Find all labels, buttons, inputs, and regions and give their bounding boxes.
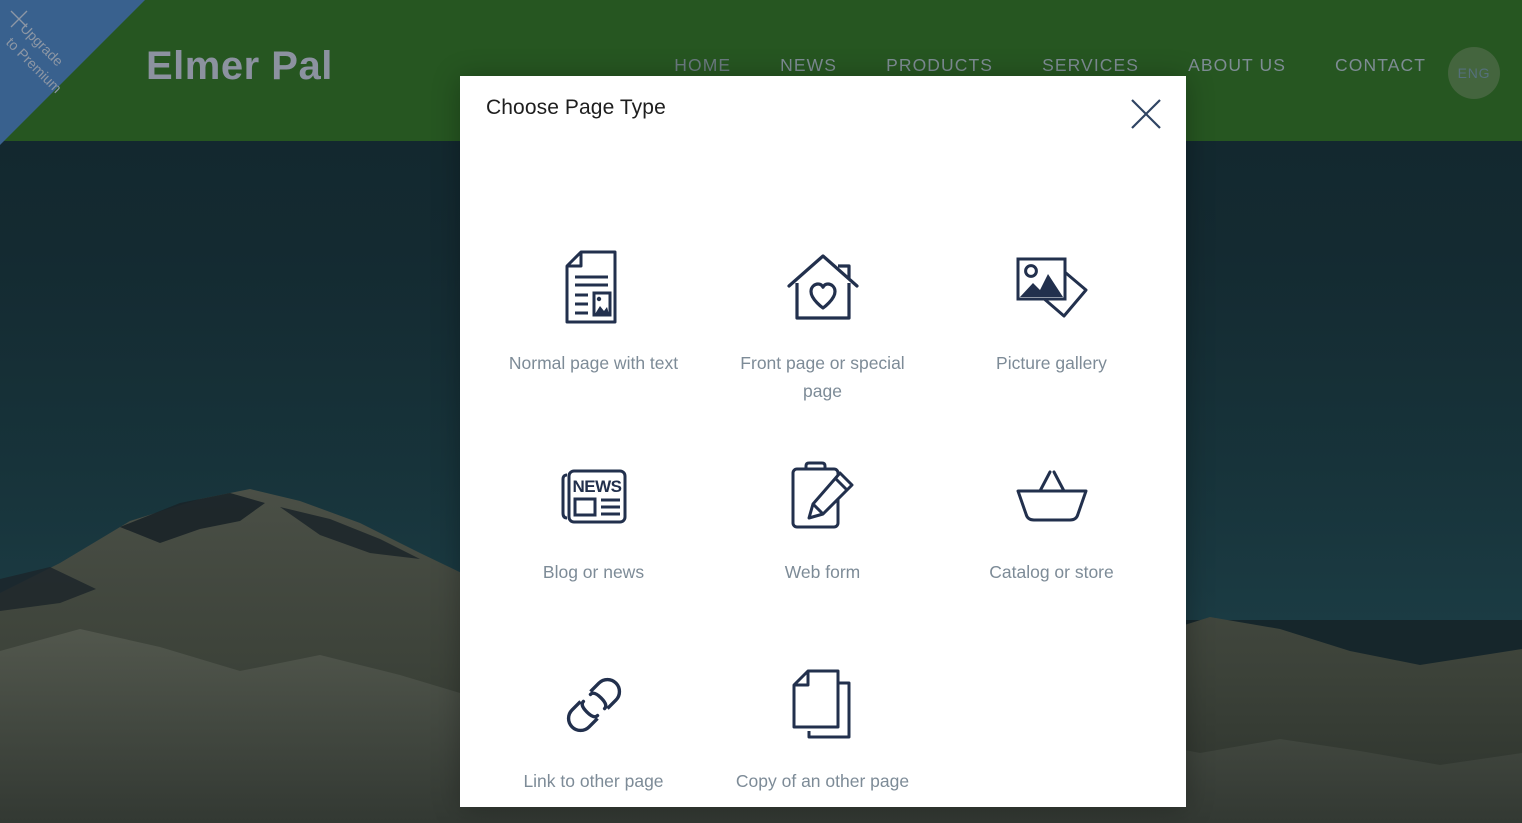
page-type-label: Picture gallery — [996, 353, 1107, 373]
page-type-option-copy-of-other-page[interactable]: Copy of an other page — [708, 654, 937, 823]
page-type-option-web-form[interactable]: Web form — [708, 445, 937, 654]
page-type-option-front-page[interactable]: Front page or special page — [708, 236, 937, 445]
page-type-label: Link to other page — [523, 771, 664, 791]
page-root: Add a title and picture too! Elmer Pal H… — [0, 0, 1522, 823]
page-type-option-link-to-other-page[interactable]: Link to other page — [479, 654, 708, 823]
page-type-label: Blog or news — [542, 562, 645, 582]
page-type-label: Web form — [784, 562, 861, 582]
page-type-label: Catalog or store — [989, 562, 1114, 582]
copy-pages-icon — [791, 666, 855, 744]
choose-page-type-dialog: Choose Page Type Normal page with text F… — [460, 76, 1186, 807]
svg-text:NEWS: NEWS — [572, 477, 621, 496]
clipboard-pencil-icon — [788, 457, 858, 535]
newspaper-icon: NEWS — [558, 457, 630, 535]
nav-item-products[interactable]: PRODUCTS — [886, 55, 993, 76]
dialog-title: Choose Page Type — [486, 96, 666, 119]
shopping-basket-icon — [1014, 457, 1090, 535]
close-icon[interactable] — [8, 8, 30, 30]
language-selector[interactable]: ENG — [1448, 47, 1500, 99]
house-heart-icon — [786, 248, 860, 326]
photo-stack-icon — [1014, 248, 1090, 326]
site-brand[interactable]: Elmer Pal — [146, 46, 333, 86]
page-type-label: Copy of an other page — [735, 771, 910, 791]
nav-item-home[interactable]: HOME — [674, 55, 731, 76]
nav-item-services[interactable]: SERVICES — [1042, 55, 1139, 76]
main-navigation: HOME NEWS PRODUCTS SERVICES ABOUT US CON… — [674, 55, 1426, 76]
page-type-label: Normal page with text — [508, 353, 679, 373]
document-with-image-icon — [563, 248, 625, 326]
page-type-option-picture-gallery[interactable]: Picture gallery — [937, 236, 1166, 445]
page-type-grid: Normal page with text Front page or spec… — [460, 236, 1186, 823]
nav-item-news[interactable]: NEWS — [780, 55, 837, 76]
upgrade-ribbon[interactable]: Upgrade to Premium — [0, 0, 145, 145]
page-type-label: Front page or special page — [740, 353, 905, 401]
page-type-option-blog-or-news[interactable]: NEWS Blog or news — [479, 445, 708, 654]
page-type-option-normal-page[interactable]: Normal page with text — [479, 236, 708, 445]
nav-item-about-us[interactable]: ABOUT US — [1188, 55, 1286, 76]
chain-link-icon — [557, 666, 631, 744]
nav-item-contact[interactable]: CONTACT — [1335, 55, 1426, 76]
page-type-option-catalog-or-store[interactable]: Catalog or store — [937, 445, 1166, 654]
close-icon[interactable] — [1128, 96, 1164, 132]
